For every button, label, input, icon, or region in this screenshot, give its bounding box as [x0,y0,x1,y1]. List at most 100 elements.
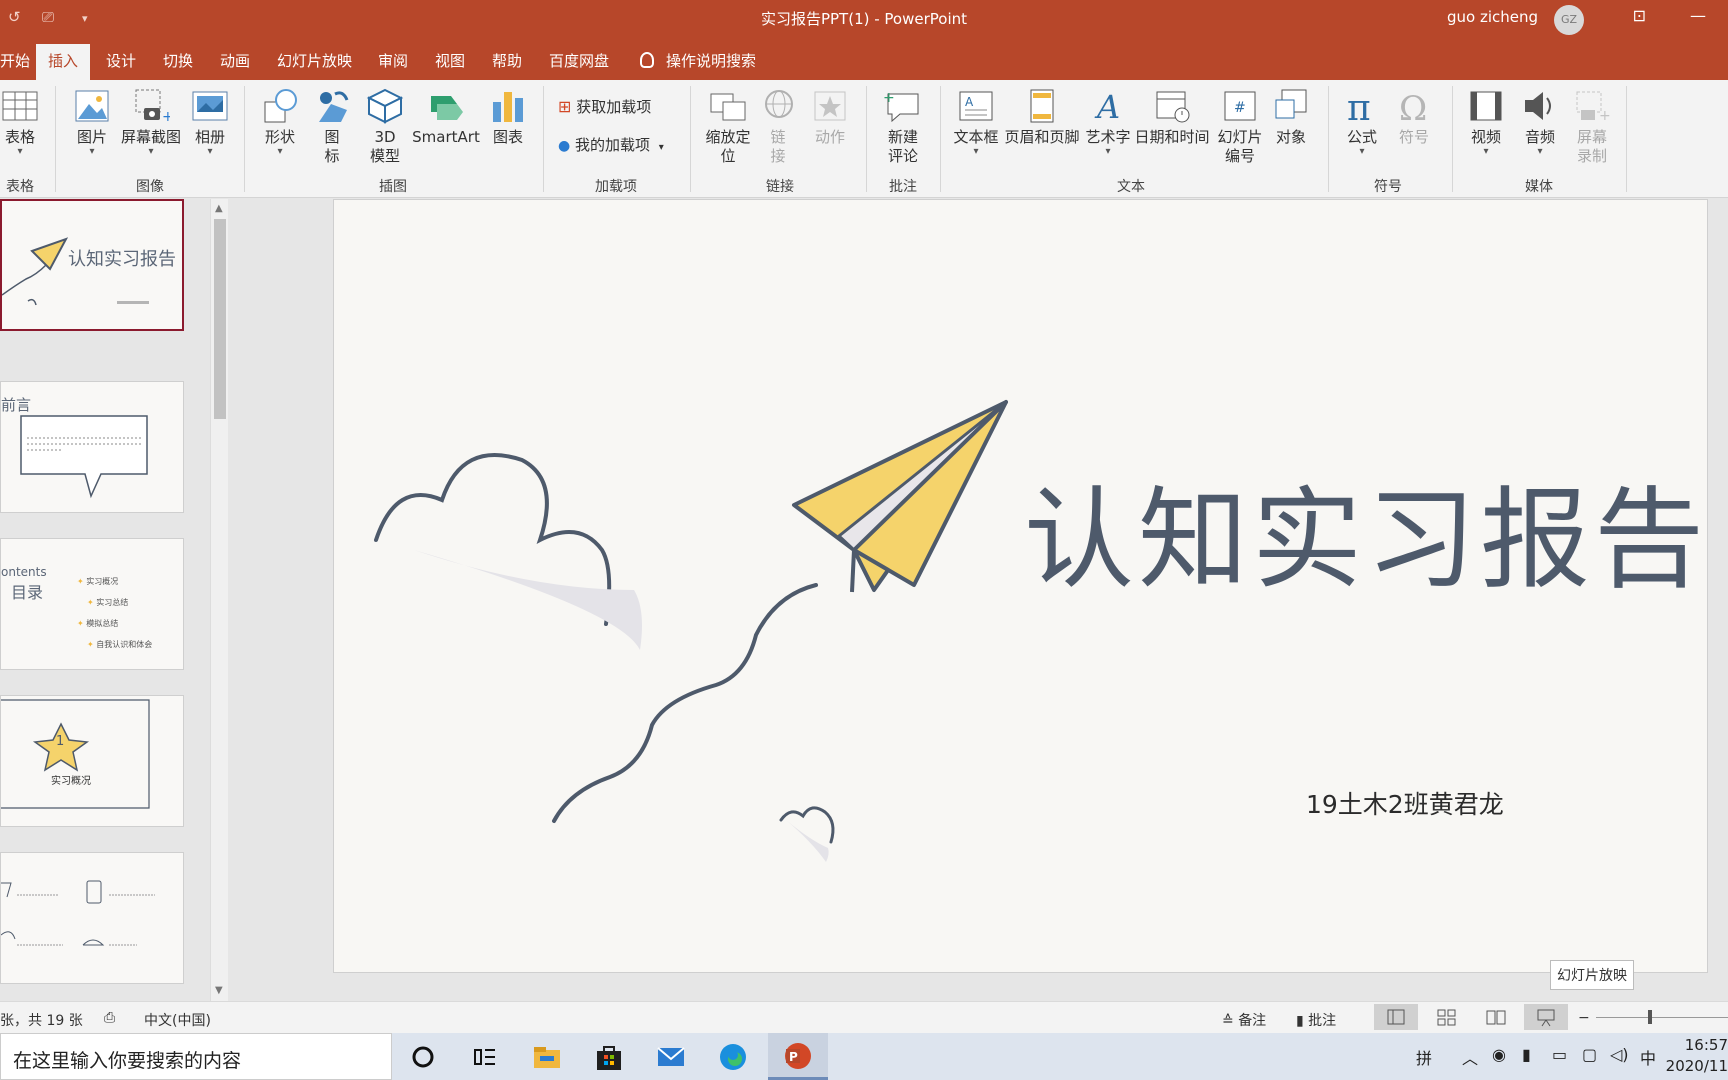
slide-subtitle[interactable]: 19土木2班黄君龙 [1306,785,1504,821]
slide-number-button[interactable]: # 幻灯片 编号 [1214,88,1266,166]
link-button[interactable]: 链 接 [760,88,796,166]
photo-album-button[interactable]: 相册 ▾ [190,88,230,157]
svg-text:#: # [1234,100,1246,116]
shapes-button[interactable]: 形状 ▾ [258,88,302,157]
smartart-button[interactable]: SmartArt [410,88,482,147]
language-indicator[interactable]: 中文(中国) [144,1010,211,1030]
thumb-4-label: 实习概况 [51,776,91,787]
equation-button[interactable]: π 公式 ▾ [1340,88,1384,157]
tab-review[interactable]: 审阅 [378,50,408,71]
clock[interactable]: 16:57 2020/11 [1666,1035,1728,1077]
battery-icon[interactable]: ▭ [1552,1045,1567,1064]
minimize-icon[interactable]: — [1690,6,1706,25]
thumb-4-number: 1 [56,734,65,749]
icons-icon [313,88,351,124]
slide-title[interactable]: 认知实习报告 [1024,450,1707,610]
smartart-label: SmartArt [412,128,480,146]
tell-me-search[interactable]: 操作说明搜索 [640,50,756,71]
show-hidden-icons-icon[interactable]: ︿ [1462,1045,1478,1069]
status-bar: 张，共 19 张 ⎙ 中文(中国) ≙ 备注 ▮ 批注 − [0,1001,1728,1033]
picture-button[interactable]: 图片 ▾ [70,88,114,157]
get-addins-button[interactable]: ⊞ 获取加载项 [558,96,651,117]
mail-icon[interactable] [656,1042,686,1072]
svg-text:+: + [162,109,170,124]
slide-thumbnail-3[interactable]: ontents 目录 ✦ 实习概况 ✦ 实习总结 ✦ 模拟总结 ✦ 自我认识和体… [0,538,184,670]
slide-thumbnail-5[interactable] [0,852,184,984]
get-addins-label: 获取加载项 [576,98,652,116]
ime-language[interactable]: 中 [1640,1045,1656,1069]
video-label: 视频 [1470,128,1501,146]
store-icon[interactable] [594,1042,624,1072]
comments-button[interactable]: ▮ 批注 [1296,1010,1336,1030]
normal-view-button[interactable] [1374,1004,1418,1030]
tab-home[interactable]: 开始 [0,50,30,71]
tab-animations[interactable]: 动画 [220,50,250,71]
sketch-icons [1,880,155,946]
notes-icon: ≙ [1222,1013,1234,1029]
photo-album-label: 相册 [194,128,225,146]
scroll-down-icon[interactable]: ▼ [215,985,223,996]
divider [244,86,245,192]
my-addins-button[interactable]: ● 我的加载项 ▾ [558,134,664,155]
slide-sorter-button[interactable] [1424,1004,1468,1030]
avatar[interactable]: GZ [1554,5,1584,35]
video-button[interactable]: 视频 ▾ [1464,88,1508,157]
zoom-out-icon[interactable]: − [1578,1010,1590,1026]
zoom-slider[interactable] [1596,1017,1728,1018]
network-icon[interactable]: ▢ [1582,1045,1597,1064]
date-time-button[interactable]: 日期和时间 [1134,88,1210,147]
zoom-slider-thumb[interactable] [1648,1010,1652,1024]
star-badge-icon [1,699,150,809]
slide-thumbnail-4[interactable]: 1 实习概况 [0,695,184,827]
ime-mode[interactable]: 拼 [1416,1045,1432,1069]
object-button[interactable]: 对象 [1270,88,1312,147]
slide-thumbnail-2[interactable]: 前言 [0,381,184,513]
taskbar-search-input[interactable]: 在这里输入你要搜索的内容 [0,1033,392,1080]
cortana-icon[interactable] [408,1042,438,1072]
microphone-icon[interactable]: ▮ [1522,1045,1531,1064]
chart-button[interactable]: 图表 [488,88,528,147]
scroll-up-icon[interactable]: ▲ [215,203,223,214]
new-comment-button[interactable]: + 新建 评论 [876,88,930,166]
zoom-button[interactable]: 缩放定 位 [700,88,756,166]
tab-insert[interactable]: 插入 [36,44,91,80]
3d-models-button[interactable]: 3D 模型 [364,88,406,166]
qq-icon[interactable]: ◉ [1492,1045,1506,1064]
reading-view-button[interactable] [1474,1004,1518,1030]
wordart-button[interactable]: A 艺术字 ▾ [1084,88,1132,157]
tab-slideshow[interactable]: 幻灯片放映 [277,50,352,71]
group-table: 表格 [6,179,34,195]
volume-icon[interactable]: ◁) [1610,1045,1629,1064]
pi-icon: π [1343,88,1381,129]
tab-view[interactable]: 视图 [435,50,465,71]
user-name[interactable]: guo zicheng [1447,8,1538,26]
icons-button[interactable]: 图 标 [312,88,352,166]
speech-bubble-icon [20,415,148,499]
textbox-button[interactable]: A 文本框 ▾ [950,88,1002,157]
table-button[interactable]: 表格 ▾ [0,88,40,157]
slide-thumbnail-1[interactable]: 认知实习报告 [0,199,184,331]
slideshow-button[interactable] [1524,1004,1568,1030]
tab-help[interactable]: 帮助 [492,50,522,71]
slide-canvas[interactable]: 认知实习报告 19土木2班黄君龙 [333,199,1708,973]
tab-transitions[interactable]: 切换 [163,50,193,71]
action-button[interactable]: 动作 [808,88,852,147]
screen-recording-label: 屏幕 录制 [1576,128,1607,165]
screen-recording-button[interactable]: + 屏幕 录制 [1570,88,1614,166]
spellcheck-icon[interactable]: ⎙ [104,1010,115,1026]
edge-browser-icon[interactable] [718,1042,748,1072]
screenshot-button[interactable]: + 屏幕截图 ▾ [118,88,184,157]
powerpoint-taskbar-button[interactable]: P [768,1033,828,1080]
file-explorer-icon[interactable] [532,1042,562,1072]
thumbnails-scrollbar[interactable]: ▲ ▼ [210,199,228,1001]
notes-button[interactable]: ≙ 备注 [1222,1010,1266,1030]
chevron-down-icon: ▾ [1105,146,1111,157]
header-footer-button[interactable]: 页眉和页脚 [1004,88,1080,147]
scrollbar-thumb[interactable] [214,219,226,419]
tab-design[interactable]: 设计 [106,50,136,71]
audio-button[interactable]: 音频 ▾ [1518,88,1562,157]
ribbon-display-options-icon[interactable]: ⊡ [1633,6,1646,25]
task-view-icon[interactable] [470,1042,500,1072]
tab-baidu-netdisk[interactable]: 百度网盘 [549,50,609,71]
symbol-button[interactable]: Ω 符号 [1392,88,1436,147]
